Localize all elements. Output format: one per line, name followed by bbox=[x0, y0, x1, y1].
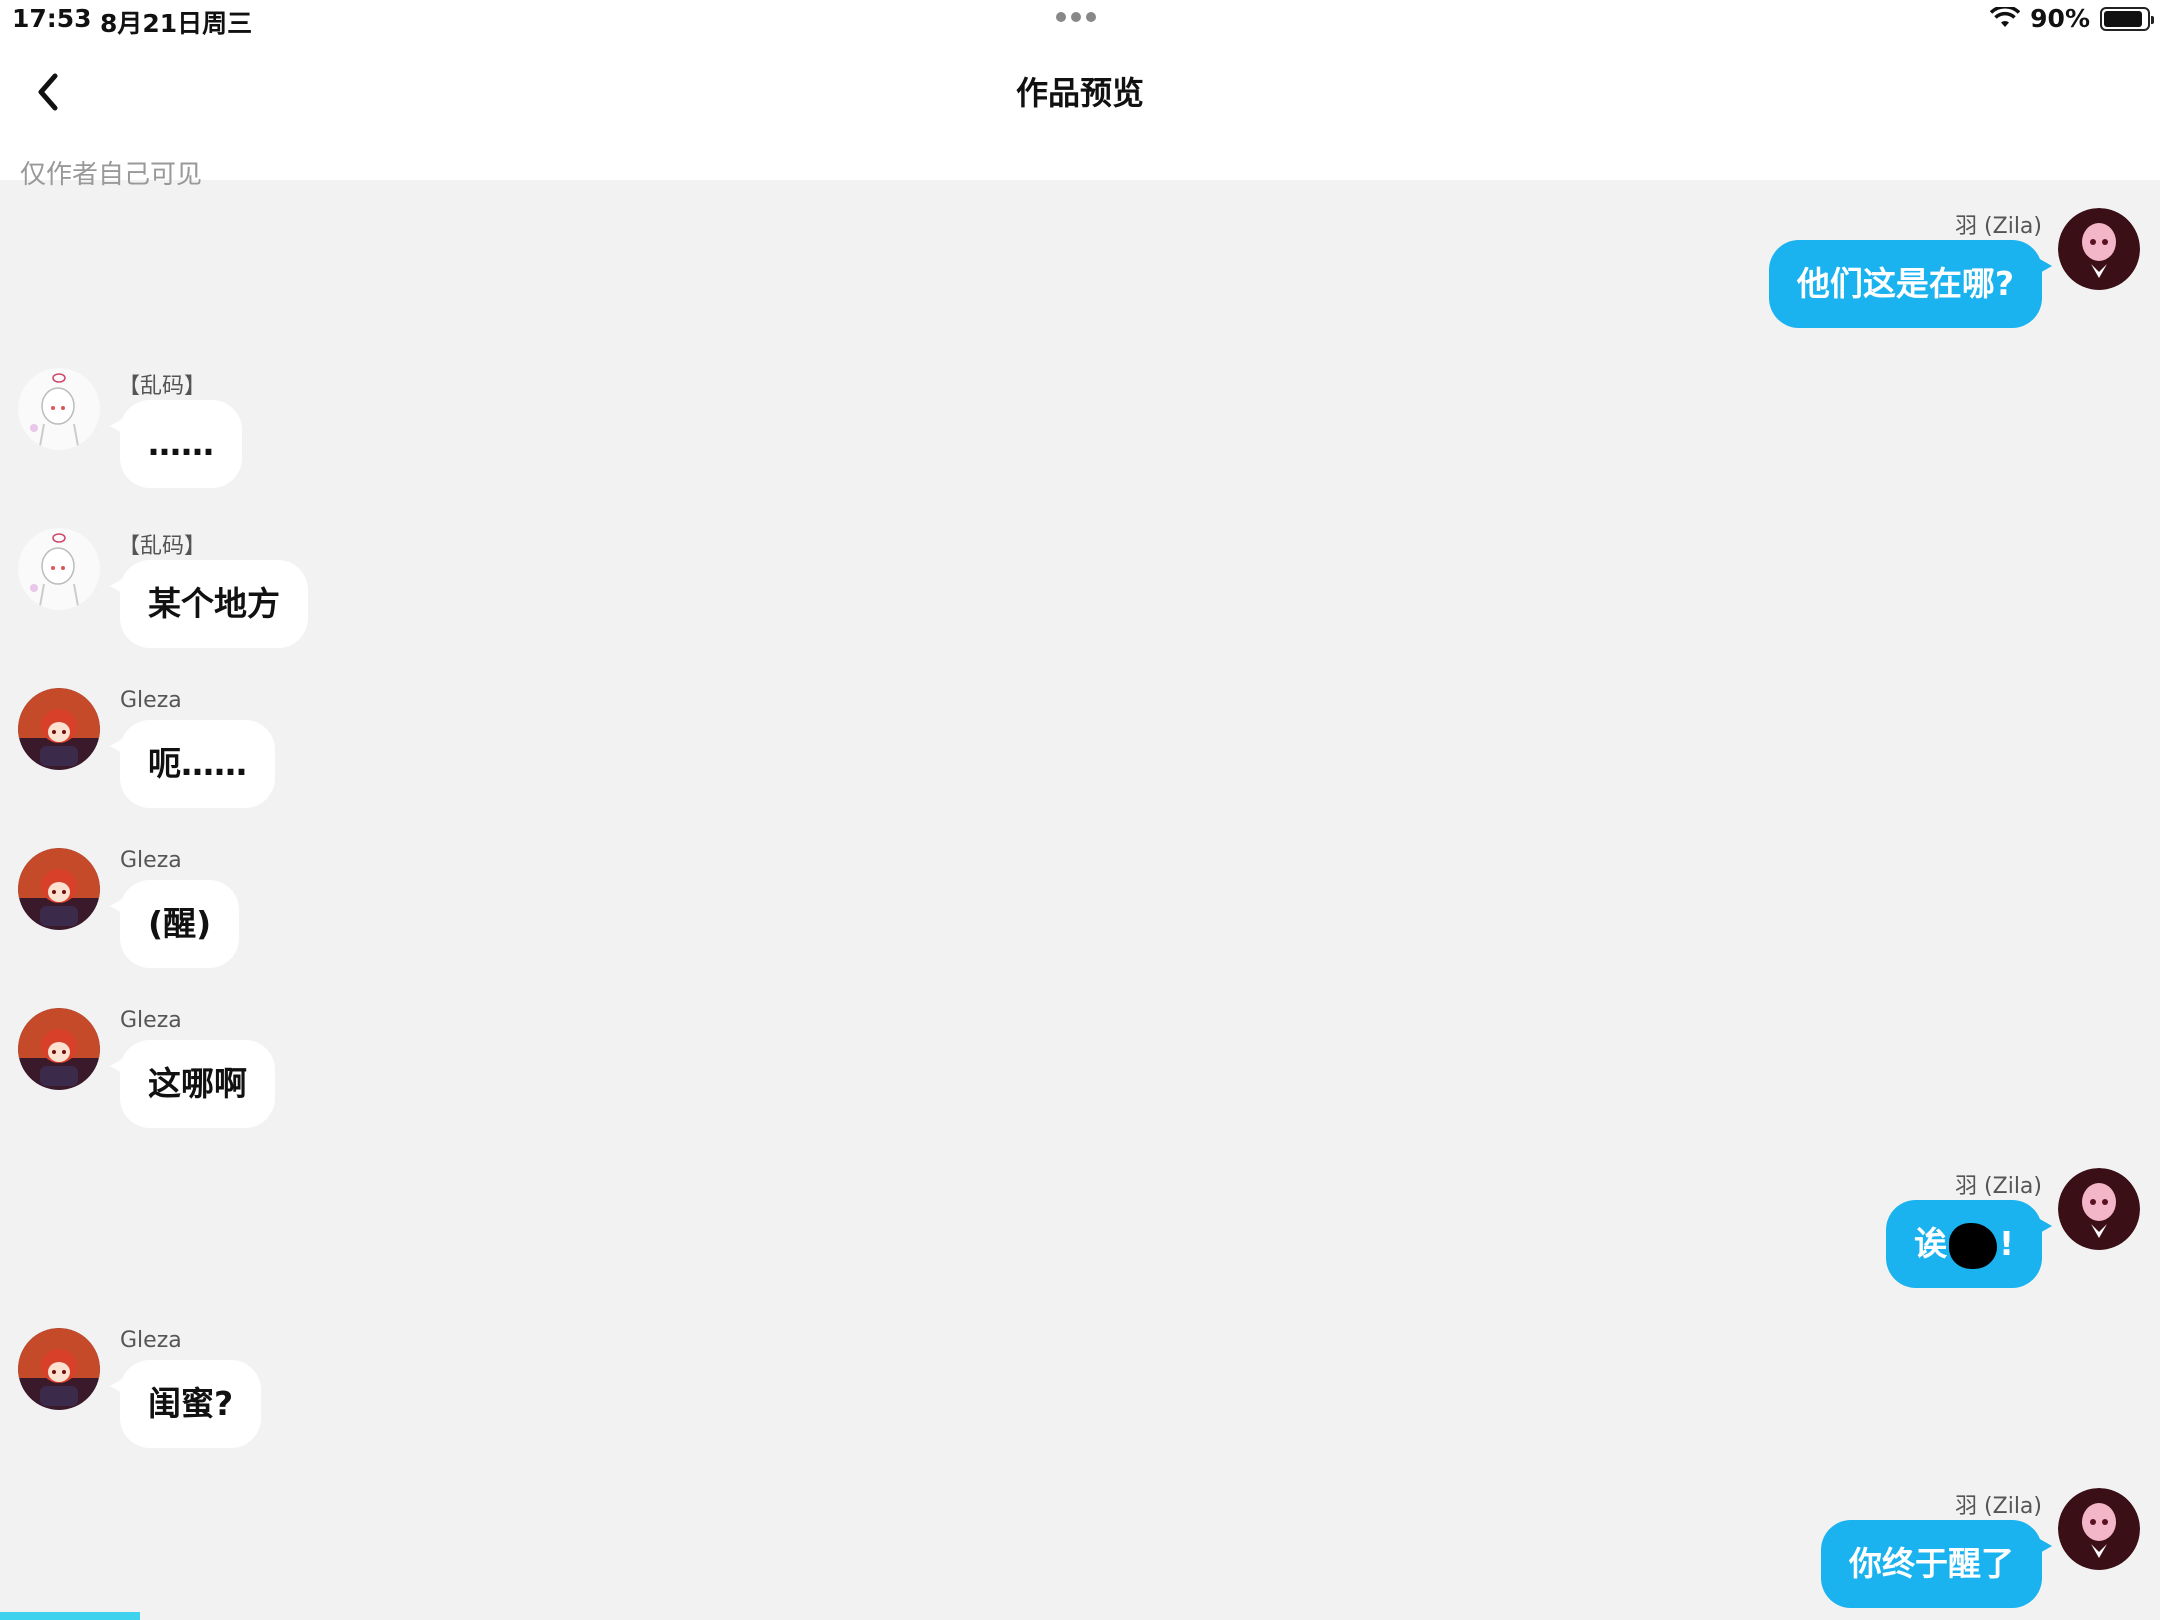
zila-avatar[interactable] bbox=[2058, 1488, 2140, 1570]
sender-name: Gleza bbox=[120, 1008, 182, 1033]
message-bubble[interactable]: 呃…… bbox=[110, 720, 275, 808]
message-text: 这哪啊 bbox=[148, 1064, 247, 1103]
message-bubble[interactable]: 你终于醒了 bbox=[1821, 1520, 2052, 1608]
sender-name: 羽 (Zila) bbox=[1955, 1494, 2042, 1519]
message-bubble[interactable]: 他们这是在哪? bbox=[1768, 240, 2052, 328]
redaction-scribble bbox=[1948, 1222, 1997, 1269]
zila-avatar[interactable] bbox=[2058, 208, 2140, 290]
visibility-note: 仅作者自己可见 bbox=[20, 160, 203, 190]
status-time: 17:53 bbox=[12, 4, 92, 33]
message-bubble[interactable]: …… bbox=[110, 400, 242, 488]
status-right: 90% bbox=[1990, 4, 2154, 33]
luanma-avatar[interactable] bbox=[18, 528, 100, 610]
sender-name: Gleza bbox=[120, 848, 182, 873]
message-text: (醒) bbox=[148, 904, 212, 943]
status-date: 8月21日周三 bbox=[100, 9, 253, 38]
bottom-accent-bar bbox=[0, 1612, 140, 1620]
chat-message: 羽 (Zila) 你终于醒了 bbox=[0, 1484, 2160, 1614]
message-text: 诶 bbox=[1913, 1224, 1947, 1263]
sender-name: 【乱码】 bbox=[118, 374, 207, 399]
zila-avatar[interactable] bbox=[2058, 1168, 2140, 1250]
sender-name: 【乱码】 bbox=[118, 534, 207, 559]
message-text-end: ! bbox=[1998, 1224, 2014, 1263]
chat-list[interactable]: 羽 (Zila) 他们这是在哪? 【乱码】 …… 【乱码】 某个地方 Gleza… bbox=[0, 204, 2160, 1620]
chat-message: 【乱码】 某个地方 bbox=[0, 524, 2160, 654]
nav-bar: 作品预览 仅作者自己可见 bbox=[0, 40, 2160, 190]
chat-message: 【乱码】 …… bbox=[0, 364, 2160, 494]
message-bubble[interactable]: 某个地方 bbox=[110, 560, 308, 648]
gleza-avatar[interactable] bbox=[18, 1008, 100, 1090]
chat-message: Gleza (醒) bbox=[0, 844, 2160, 974]
sender-name: Gleza bbox=[120, 688, 182, 713]
chat-message: Gleza 这哪啊 bbox=[0, 1004, 2160, 1134]
message-bubble[interactable]: 这哪啊 bbox=[110, 1040, 275, 1128]
message-text: 某个地方 bbox=[148, 584, 280, 623]
message-bubble[interactable]: (醒) bbox=[110, 880, 240, 968]
chat-message: 羽 (Zila) 诶! bbox=[0, 1164, 2160, 1294]
message-text: 闺蜜? bbox=[148, 1384, 234, 1423]
message-bubble[interactable]: 诶! bbox=[1885, 1200, 2052, 1288]
message-text: 他们这是在哪? bbox=[1796, 264, 2014, 303]
luanma-avatar[interactable] bbox=[18, 368, 100, 450]
wifi-icon bbox=[1990, 6, 2021, 27]
gleza-avatar[interactable] bbox=[18, 688, 100, 770]
message-text: 你终于醒了 bbox=[1849, 1544, 2014, 1583]
chat-message: Gleza 呃…… bbox=[0, 684, 2160, 814]
message-text: 呃…… bbox=[148, 744, 247, 783]
battery-percent: 90% bbox=[2030, 4, 2090, 33]
message-text: …… bbox=[148, 424, 214, 463]
sender-name: 羽 (Zila) bbox=[1955, 214, 2042, 239]
page-title: 作品预览 bbox=[1015, 74, 1144, 112]
gleza-avatar[interactable] bbox=[18, 1328, 100, 1410]
message-bubble[interactable]: 闺蜜? bbox=[110, 1360, 262, 1448]
chat-message: Gleza 闺蜜? bbox=[0, 1324, 2160, 1454]
status-bar: 17:53 8月21日周三 90% bbox=[0, 0, 2160, 40]
multitasking-dots-icon[interactable] bbox=[1056, 12, 1096, 22]
sender-name: Gleza bbox=[120, 1328, 182, 1353]
chat-message: 羽 (Zila) 他们这是在哪? bbox=[0, 204, 2160, 334]
battery-icon bbox=[2100, 6, 2154, 31]
sender-name: 羽 (Zila) bbox=[1955, 1174, 2042, 1199]
gleza-avatar[interactable] bbox=[18, 848, 100, 930]
